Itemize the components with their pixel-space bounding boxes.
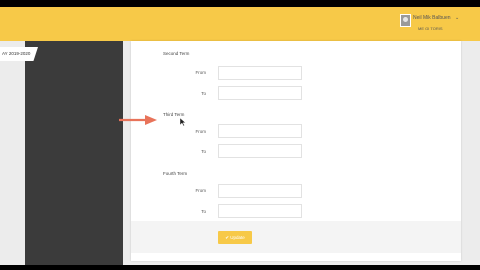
- user-subtitle: ME GI TORIS: [418, 26, 443, 31]
- label-to: To: [201, 91, 206, 96]
- second-term-from-field[interactable]: [218, 66, 302, 80]
- avatar: [400, 14, 411, 27]
- user-name: Neil Mik Balbuen: [413, 15, 451, 21]
- update-button[interactable]: ✔ Update: [218, 231, 252, 244]
- section-title-fourth-term: Fourth Term: [163, 171, 188, 176]
- mouse-cursor-icon: [180, 118, 186, 126]
- section-title-second-term: Second Term: [163, 51, 190, 56]
- top-bar: Neil Mik Balbuen ME GI TORIS ⌄: [0, 7, 480, 41]
- fourth-term-from-field[interactable]: [218, 184, 302, 198]
- section-title-third-term: Third Term: [163, 112, 185, 117]
- label-from: From: [195, 129, 207, 134]
- annotation-arrow-icon: [119, 115, 157, 125]
- chevron-down-icon[interactable]: ⌄: [455, 15, 459, 21]
- sidebar: [25, 41, 123, 265]
- third-term-to-field[interactable]: [218, 144, 302, 158]
- third-term-from-field[interactable]: [218, 124, 302, 138]
- label-from: From: [195, 188, 207, 193]
- screen-frame: Neil Mik Balbuen ME GI TORIS ⌄ AY 2019-2…: [0, 7, 480, 265]
- user-menu[interactable]: Neil Mik Balbuen ME GI TORIS ⌄: [400, 14, 460, 36]
- academic-year-badge[interactable]: AY 2019-2020: [0, 47, 38, 61]
- academic-year-label: AY 2019-2020: [2, 51, 31, 56]
- label-to: To: [201, 209, 206, 214]
- fourth-term-to-field[interactable]: [218, 204, 302, 218]
- label-from: From: [195, 70, 207, 75]
- form-footer: [131, 221, 461, 253]
- second-term-to-field[interactable]: [218, 86, 302, 100]
- label-to: To: [201, 149, 206, 154]
